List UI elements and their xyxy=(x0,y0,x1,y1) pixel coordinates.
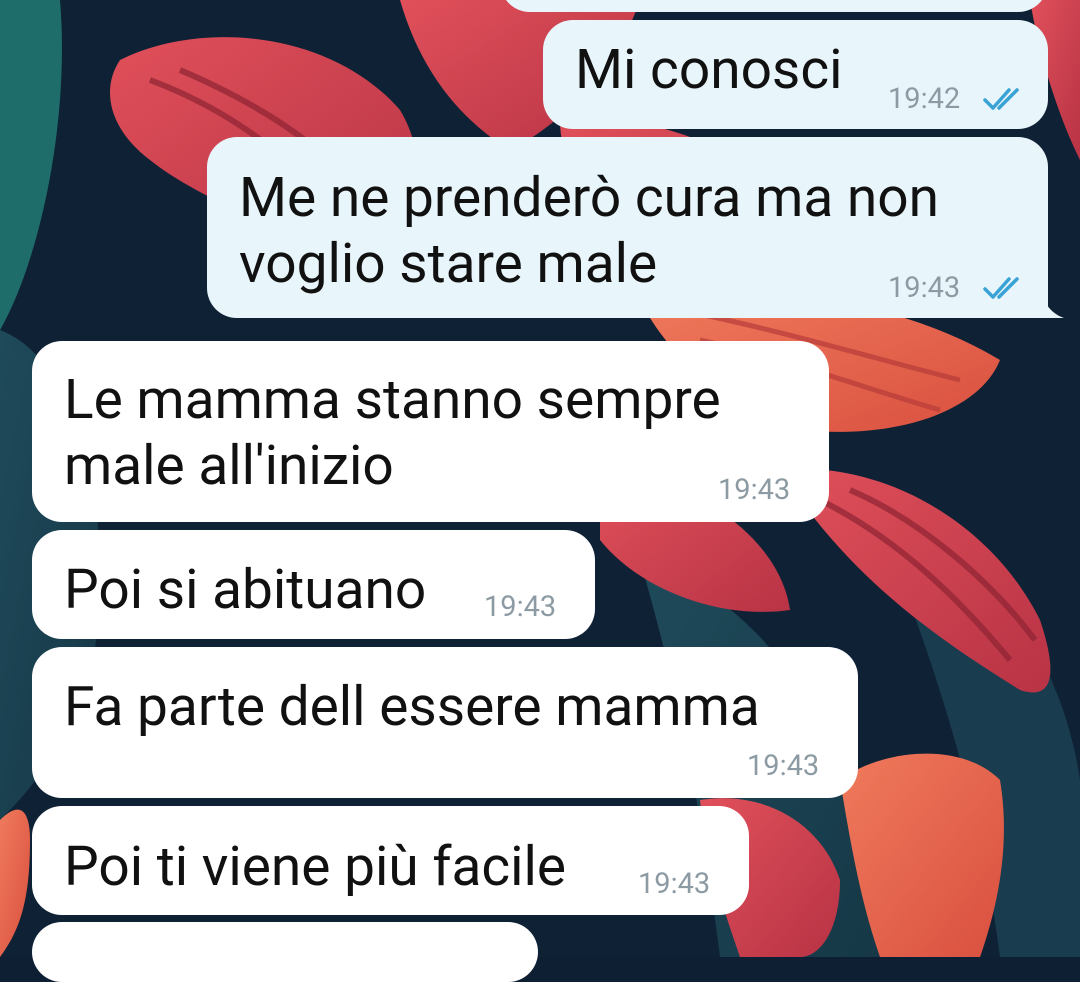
message-bubble-incoming[interactable]: Le mamma stanno sempre male all'inizio 1… xyxy=(32,341,829,522)
message-timestamp: 19:43 xyxy=(638,867,711,901)
message-text: Poi ti viene più facile xyxy=(64,835,567,899)
message-text: Poi si abituano xyxy=(64,558,427,622)
message-bubble-outgoing[interactable]: Mi conosci 19:42 xyxy=(543,20,1048,129)
message-timestamp: 19:43 xyxy=(747,749,820,783)
message-timestamp: 19:42 xyxy=(888,82,961,116)
message-bubble-incoming[interactable]: Poi si abituano 19:43 xyxy=(32,530,595,639)
message-timestamp: 19:43 xyxy=(718,473,791,507)
message-bubble-outgoing[interactable]: Me ne prenderò cura ma non voglio stare … xyxy=(207,137,1048,318)
message-text: Me ne prenderò cura ma non voglio stare … xyxy=(239,166,939,296)
message-text: Mi conosci xyxy=(575,38,843,102)
message-timestamp: 19:43 xyxy=(888,271,961,305)
message-bubble-incoming-partial[interactable] xyxy=(32,922,538,982)
message-bubble-outgoing-partial[interactable] xyxy=(500,0,1048,12)
message-bubble-incoming[interactable]: Fa parte dell essere mamma 19:43 xyxy=(32,647,858,798)
read-double-check-icon xyxy=(983,88,1019,110)
message-bubble-incoming[interactable]: Poi ti viene più facile 19:43 xyxy=(32,806,749,915)
bubble-tail xyxy=(1040,290,1064,318)
read-double-check-icon xyxy=(983,277,1019,299)
message-text: Fa parte dell essere mamma xyxy=(64,675,760,739)
message-text: Le mamma stanno sempre male all'inizio xyxy=(64,368,721,498)
message-timestamp: 19:43 xyxy=(484,590,557,624)
